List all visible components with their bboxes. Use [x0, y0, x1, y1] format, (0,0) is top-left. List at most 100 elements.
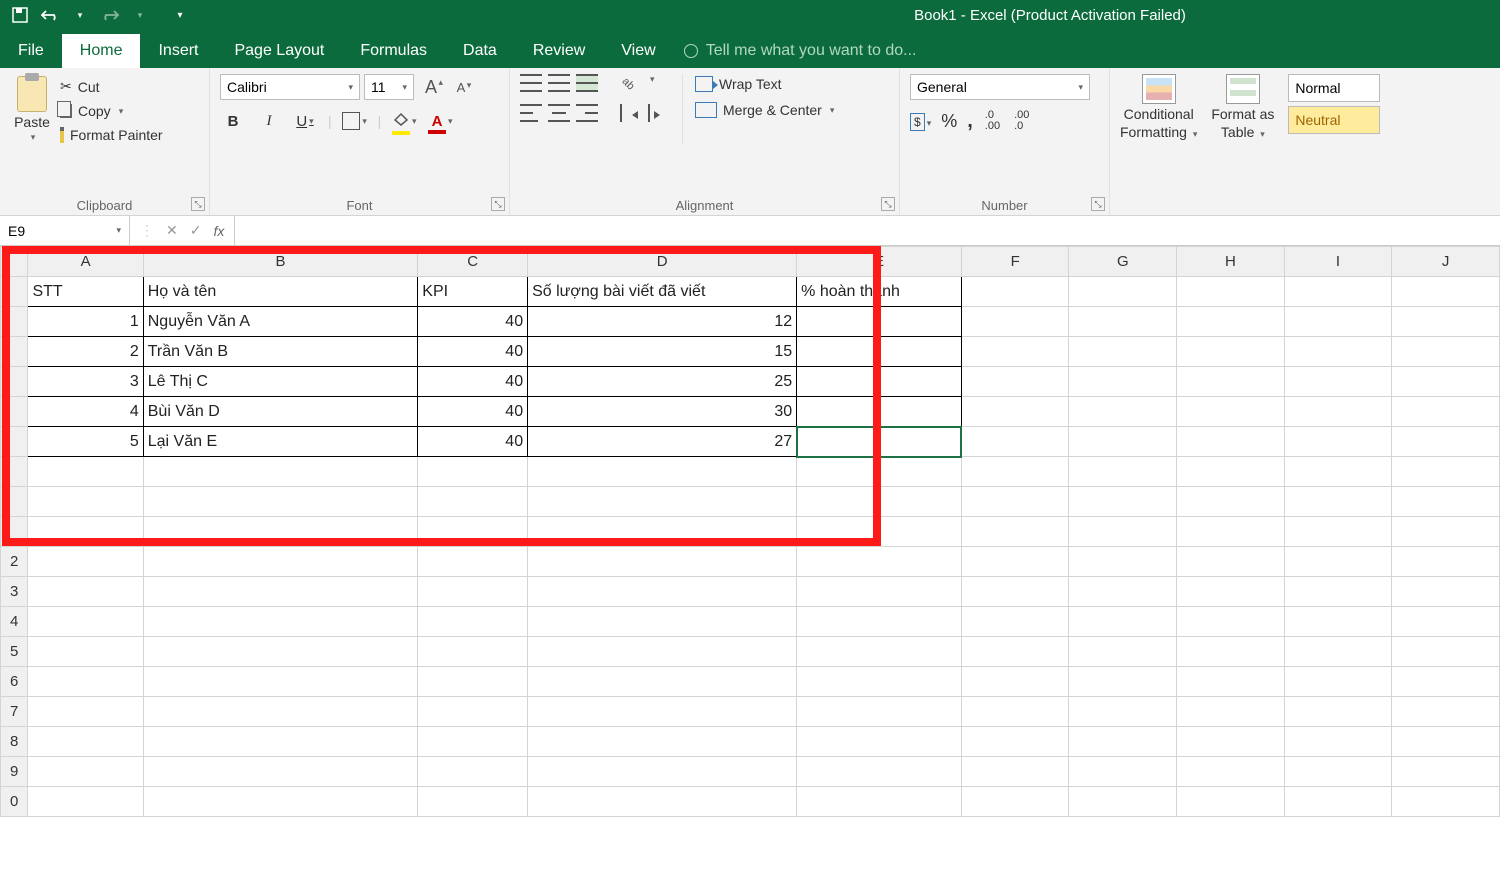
decrease-decimal-button[interactable]: .00.0: [1012, 108, 1031, 134]
cell[interactable]: 40: [418, 427, 528, 457]
cell[interactable]: Nguyễn Văn A: [143, 307, 418, 337]
cell[interactable]: [1392, 577, 1500, 607]
cell[interactable]: % hoàn thành: [797, 277, 962, 307]
cell[interactable]: [1284, 577, 1392, 607]
cell[interactable]: [961, 547, 1069, 577]
cell[interactable]: 2: [28, 337, 143, 367]
italic-button[interactable]: I: [256, 108, 282, 134]
cell[interactable]: [797, 607, 962, 637]
cell[interactable]: [28, 637, 143, 667]
cell[interactable]: [418, 727, 528, 757]
col-header-H[interactable]: H: [1177, 247, 1285, 277]
cell[interactable]: [1069, 727, 1177, 757]
cell[interactable]: [1069, 397, 1177, 427]
cell[interactable]: [1177, 517, 1285, 547]
cell[interactable]: [1069, 667, 1177, 697]
cell[interactable]: 1: [28, 307, 143, 337]
cell[interactable]: [1177, 697, 1285, 727]
cell[interactable]: [143, 517, 418, 547]
col-header-G[interactable]: G: [1069, 247, 1177, 277]
cell[interactable]: [961, 727, 1069, 757]
tab-file[interactable]: File: [0, 34, 62, 68]
cell[interactable]: [797, 667, 962, 697]
fill-color-button[interactable]: ▾: [391, 108, 417, 134]
cell[interactable]: [1177, 427, 1285, 457]
cell[interactable]: [1069, 787, 1177, 817]
undo-icon[interactable]: [40, 5, 60, 25]
row-header[interactable]: 3: [1, 577, 28, 607]
row-header[interactable]: [1, 457, 28, 487]
fx-icon[interactable]: fx: [213, 223, 224, 239]
cell[interactable]: [528, 487, 797, 517]
cell[interactable]: [1177, 577, 1285, 607]
cell[interactable]: [528, 607, 797, 637]
cell[interactable]: [797, 547, 962, 577]
cell[interactable]: [1177, 607, 1285, 637]
cell[interactable]: 12: [528, 307, 797, 337]
cell[interactable]: [28, 787, 143, 817]
align-left-button[interactable]: [520, 104, 542, 122]
cell[interactable]: [1284, 277, 1392, 307]
cell[interactable]: [1177, 457, 1285, 487]
cell[interactable]: 5: [28, 427, 143, 457]
decrease-font-button[interactable]: A: [448, 74, 474, 100]
percent-format-button[interactable]: %: [941, 111, 957, 132]
cell[interactable]: [1177, 277, 1285, 307]
cell[interactable]: [1177, 337, 1285, 367]
cell[interactable]: [1069, 517, 1177, 547]
cell[interactable]: [1069, 487, 1177, 517]
cell[interactable]: [418, 667, 528, 697]
cell[interactable]: [1069, 637, 1177, 667]
cell[interactable]: Lại Văn E: [143, 427, 418, 457]
cell[interactable]: [528, 667, 797, 697]
cell[interactable]: [143, 607, 418, 637]
cell[interactable]: Lê Thị C: [143, 367, 418, 397]
cell-style-normal[interactable]: Normal: [1288, 74, 1380, 102]
cell[interactable]: [961, 607, 1069, 637]
font-color-button[interactable]: A▾: [427, 108, 453, 134]
cell[interactable]: [1392, 547, 1500, 577]
comma-format-button[interactable]: ,: [967, 110, 973, 133]
increase-decimal-button[interactable]: .0.00: [983, 108, 1002, 134]
copy-button[interactable]: Copy▾: [60, 103, 163, 119]
cell[interactable]: Số lượng bài viết đã viết: [528, 277, 797, 307]
tell-me-search[interactable]: Tell me what you want to do...: [674, 34, 927, 68]
name-box[interactable]: E9▾: [0, 216, 130, 245]
cell[interactable]: [961, 277, 1069, 307]
align-center-button[interactable]: [548, 104, 570, 122]
increase-indent-button[interactable]: [648, 104, 670, 122]
cell[interactable]: [961, 697, 1069, 727]
cell[interactable]: [418, 607, 528, 637]
cell[interactable]: [1177, 637, 1285, 667]
align-top-button[interactable]: [520, 74, 542, 92]
row-header[interactable]: [1, 487, 28, 517]
undo-more-icon[interactable]: ▾: [70, 5, 90, 25]
cell[interactable]: [1177, 727, 1285, 757]
font-size-dropdown[interactable]: 11▾: [364, 74, 414, 100]
cell[interactable]: [797, 757, 962, 787]
cell[interactable]: [143, 727, 418, 757]
cancel-formula-button[interactable]: ✕: [166, 222, 178, 239]
cell[interactable]: [418, 697, 528, 727]
dialog-launcher-icon[interactable]: ⤡: [1091, 197, 1105, 211]
cell[interactable]: [1392, 457, 1500, 487]
cell[interactable]: [1284, 367, 1392, 397]
qat-customize-icon[interactable]: ▾: [170, 5, 190, 25]
cell[interactable]: [797, 427, 962, 457]
cell[interactable]: [143, 787, 418, 817]
cell[interactable]: [528, 637, 797, 667]
cell[interactable]: [961, 577, 1069, 607]
cell[interactable]: [143, 577, 418, 607]
cell[interactable]: [1069, 547, 1177, 577]
cell[interactable]: [1069, 577, 1177, 607]
cell[interactable]: [1392, 727, 1500, 757]
cell[interactable]: 25: [528, 367, 797, 397]
col-header-B[interactable]: B: [143, 247, 418, 277]
row-header[interactable]: 0: [1, 787, 28, 817]
cell[interactable]: [1069, 697, 1177, 727]
cell[interactable]: [28, 607, 143, 637]
cell[interactable]: [1069, 607, 1177, 637]
cell[interactable]: [1177, 367, 1285, 397]
cell[interactable]: [961, 457, 1069, 487]
row-header[interactable]: 2: [1, 547, 28, 577]
